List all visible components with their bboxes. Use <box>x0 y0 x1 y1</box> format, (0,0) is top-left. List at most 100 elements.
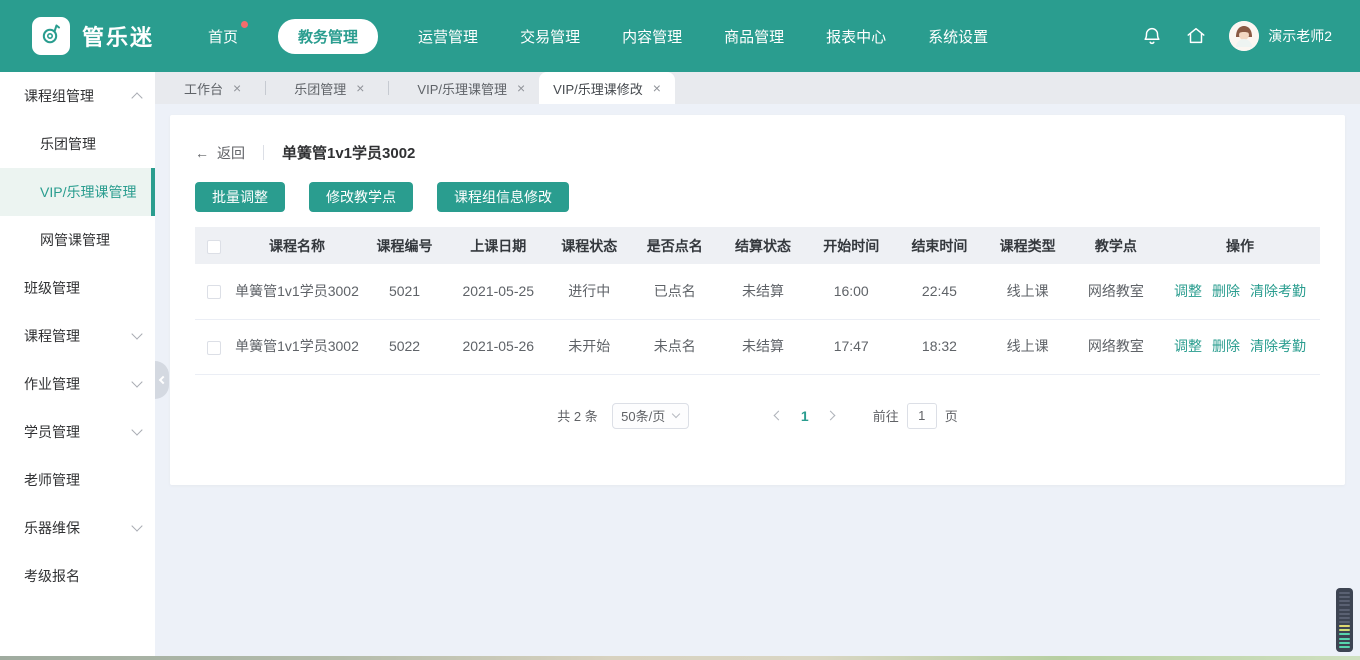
back-button[interactable]: ← 返回 <box>195 143 245 163</box>
tab-orchestra[interactable]: 乐团管理 × <box>280 72 403 104</box>
tab-workbench[interactable]: 工作台 × <box>170 72 280 104</box>
row-checkbox[interactable] <box>207 285 221 299</box>
table-row: 单簧管1v1学员3002 5021 2021-05-25 进行中 已点名 未结算… <box>195 264 1320 319</box>
adjust-link[interactable]: 调整 <box>1174 338 1202 354</box>
goto-page-input[interactable] <box>907 403 937 429</box>
sidebar-item-classes[interactable]: 班级管理 <box>0 264 155 312</box>
cell-start-time: 16:00 <box>807 264 895 319</box>
page-number[interactable]: 1 <box>791 408 819 424</box>
tab-vip-theory-edit[interactable]: VIP/乐理课修改 × <box>539 72 675 104</box>
brand-logo <box>32 17 70 55</box>
main-nav: 首页 教务管理 运营管理 交易管理 内容管理 商品管理 报表中心 系统设置 <box>206 19 990 54</box>
cell-class-date: 2021-05-26 <box>449 319 548 374</box>
sidebar-item-instrument-maintenance[interactable]: 乐器维保 <box>0 504 155 552</box>
divider <box>263 145 264 160</box>
sidebar-item-exam-signup[interactable]: 考级报名 <box>0 552 155 600</box>
nav-item-content[interactable]: 内容管理 <box>620 19 684 54</box>
page-size-select[interactable]: 50条/页 <box>612 403 689 429</box>
col-teaching-site: 教学点 <box>1072 227 1160 264</box>
taskbar-edge <box>0 656 1360 660</box>
sidebar-item-orchestra[interactable]: 乐团管理 <box>0 120 155 168</box>
sidebar-item-students[interactable]: 学员管理 <box>0 408 155 456</box>
nav-item-home[interactable]: 首页 <box>206 19 240 54</box>
cell-settlement: 未结算 <box>719 319 807 374</box>
user-menu[interactable]: 演示老师2 <box>1229 21 1332 51</box>
chevron-down-icon <box>131 376 142 387</box>
home-icon[interactable] <box>1185 25 1207 47</box>
cell-teaching-site: 网络教室 <box>1072 319 1160 374</box>
clear-attendance-link[interactable]: 清除考勤 <box>1250 283 1306 299</box>
cell-end-time: 22:45 <box>895 264 983 319</box>
delete-link[interactable]: 删除 <box>1212 338 1240 354</box>
cell-course-name: 单簧管1v1学员3002 <box>234 319 361 374</box>
nav-item-academic[interactable]: 教务管理 <box>278 19 378 54</box>
chevron-up-icon <box>131 92 142 103</box>
col-end-time: 结束时间 <box>895 227 983 264</box>
next-page-button[interactable] <box>819 404 843 428</box>
main-content: ← 返回 单簧管1v1学员3002 批量调整 修改教学点 课程组信息修改 课程名… <box>155 104 1360 660</box>
total-count: 共 2 条 <box>557 406 597 425</box>
goto-label: 前往 <box>873 406 899 425</box>
nav-item-transactions[interactable]: 交易管理 <box>518 19 582 54</box>
row-checkbox[interactable] <box>207 341 221 355</box>
top-navbar: 管乐迷 首页 教务管理 运营管理 交易管理 内容管理 商品管理 报表中心 系统设… <box>0 0 1360 72</box>
close-icon[interactable]: × <box>653 81 661 95</box>
tab-vip-theory-mgmt[interactable]: VIP/乐理课管理 × <box>403 72 539 104</box>
col-course-status: 课程状态 <box>548 227 631 264</box>
delete-link[interactable]: 删除 <box>1212 283 1240 299</box>
avatar <box>1229 21 1259 51</box>
sidebar-item-courses[interactable]: 课程管理 <box>0 312 155 360</box>
page-unit-label: 页 <box>945 406 958 425</box>
chevron-down-icon <box>672 409 680 417</box>
cell-rollcall: 已点名 <box>631 264 719 319</box>
batch-adjust-button[interactable]: 批量调整 <box>195 182 285 212</box>
sidebar-item-vip-theory[interactable]: VIP/乐理课管理 <box>0 168 155 216</box>
tab-separator <box>265 81 266 95</box>
col-actions: 操作 <box>1160 227 1320 264</box>
brand-name: 管乐迷 <box>82 20 154 52</box>
sidebar-item-online-admin[interactable]: 网管课管理 <box>0 216 155 264</box>
cell-course-code: 5022 <box>360 319 448 374</box>
cell-course-name: 单簧管1v1学员3002 <box>234 264 361 319</box>
close-icon[interactable]: × <box>356 81 364 95</box>
cell-teaching-site: 网络教室 <box>1072 264 1160 319</box>
table-header-row: 课程名称 课程编号 上课日期 课程状态 是否点名 结算状态 开始时间 结束时间 … <box>195 227 1320 264</box>
adjust-link[interactable]: 调整 <box>1174 283 1202 299</box>
edit-course-group-info-button[interactable]: 课程组信息修改 <box>437 182 569 212</box>
nav-item-reports[interactable]: 报表中心 <box>824 19 888 54</box>
close-icon[interactable]: × <box>517 81 525 95</box>
col-rollcall: 是否点名 <box>631 227 719 264</box>
table-row: 单簧管1v1学员3002 5022 2021-05-26 未开始 未点名 未结算… <box>195 319 1320 374</box>
change-teaching-site-button[interactable]: 修改教学点 <box>309 182 413 212</box>
clear-attendance-link[interactable]: 清除考勤 <box>1250 338 1306 354</box>
sidebar-item-teachers[interactable]: 老师管理 <box>0 456 155 504</box>
nav-item-operations[interactable]: 运营管理 <box>416 19 480 54</box>
cell-class-date: 2021-05-25 <box>449 264 548 319</box>
col-course-code: 课程编号 <box>360 227 448 264</box>
chevron-down-icon <box>131 328 142 339</box>
cell-end-time: 18:32 <box>895 319 983 374</box>
cell-course-type: 线上课 <box>984 319 1072 374</box>
nav-item-products[interactable]: 商品管理 <box>722 19 786 54</box>
brand[interactable]: 管乐迷 <box>32 17 154 55</box>
cell-start-time: 17:47 <box>807 319 895 374</box>
sidebar-item-course-groups[interactable]: 课程组管理 <box>0 72 155 120</box>
course-table: 课程名称 课程编号 上课日期 课程状态 是否点名 结算状态 开始时间 结束时间 … <box>195 227 1320 375</box>
user-name: 演示老师2 <box>1268 26 1332 46</box>
chevron-left-icon <box>159 376 167 384</box>
select-all-checkbox[interactable] <box>207 240 221 254</box>
cell-settlement: 未结算 <box>719 264 807 319</box>
close-icon[interactable]: × <box>233 81 241 95</box>
cell-course-status: 进行中 <box>548 264 631 319</box>
sidebar: 课程组管理 乐团管理 VIP/乐理课管理 网管课管理 班级管理 课程管理 作业管… <box>0 72 155 656</box>
bell-icon[interactable] <box>1141 25 1163 47</box>
sidebar-item-homework[interactable]: 作业管理 <box>0 360 155 408</box>
nav-item-settings[interactable]: 系统设置 <box>926 19 990 54</box>
prev-page-button[interactable] <box>767 404 791 428</box>
page-title: 单簧管1v1学员3002 <box>282 142 415 163</box>
cell-course-type: 线上课 <box>984 264 1072 319</box>
notification-dot <box>241 21 248 28</box>
content-card: ← 返回 单簧管1v1学员3002 批量调整 修改教学点 课程组信息修改 课程名… <box>170 115 1345 485</box>
col-settlement: 结算状态 <box>719 227 807 264</box>
col-course-type: 课程类型 <box>984 227 1072 264</box>
